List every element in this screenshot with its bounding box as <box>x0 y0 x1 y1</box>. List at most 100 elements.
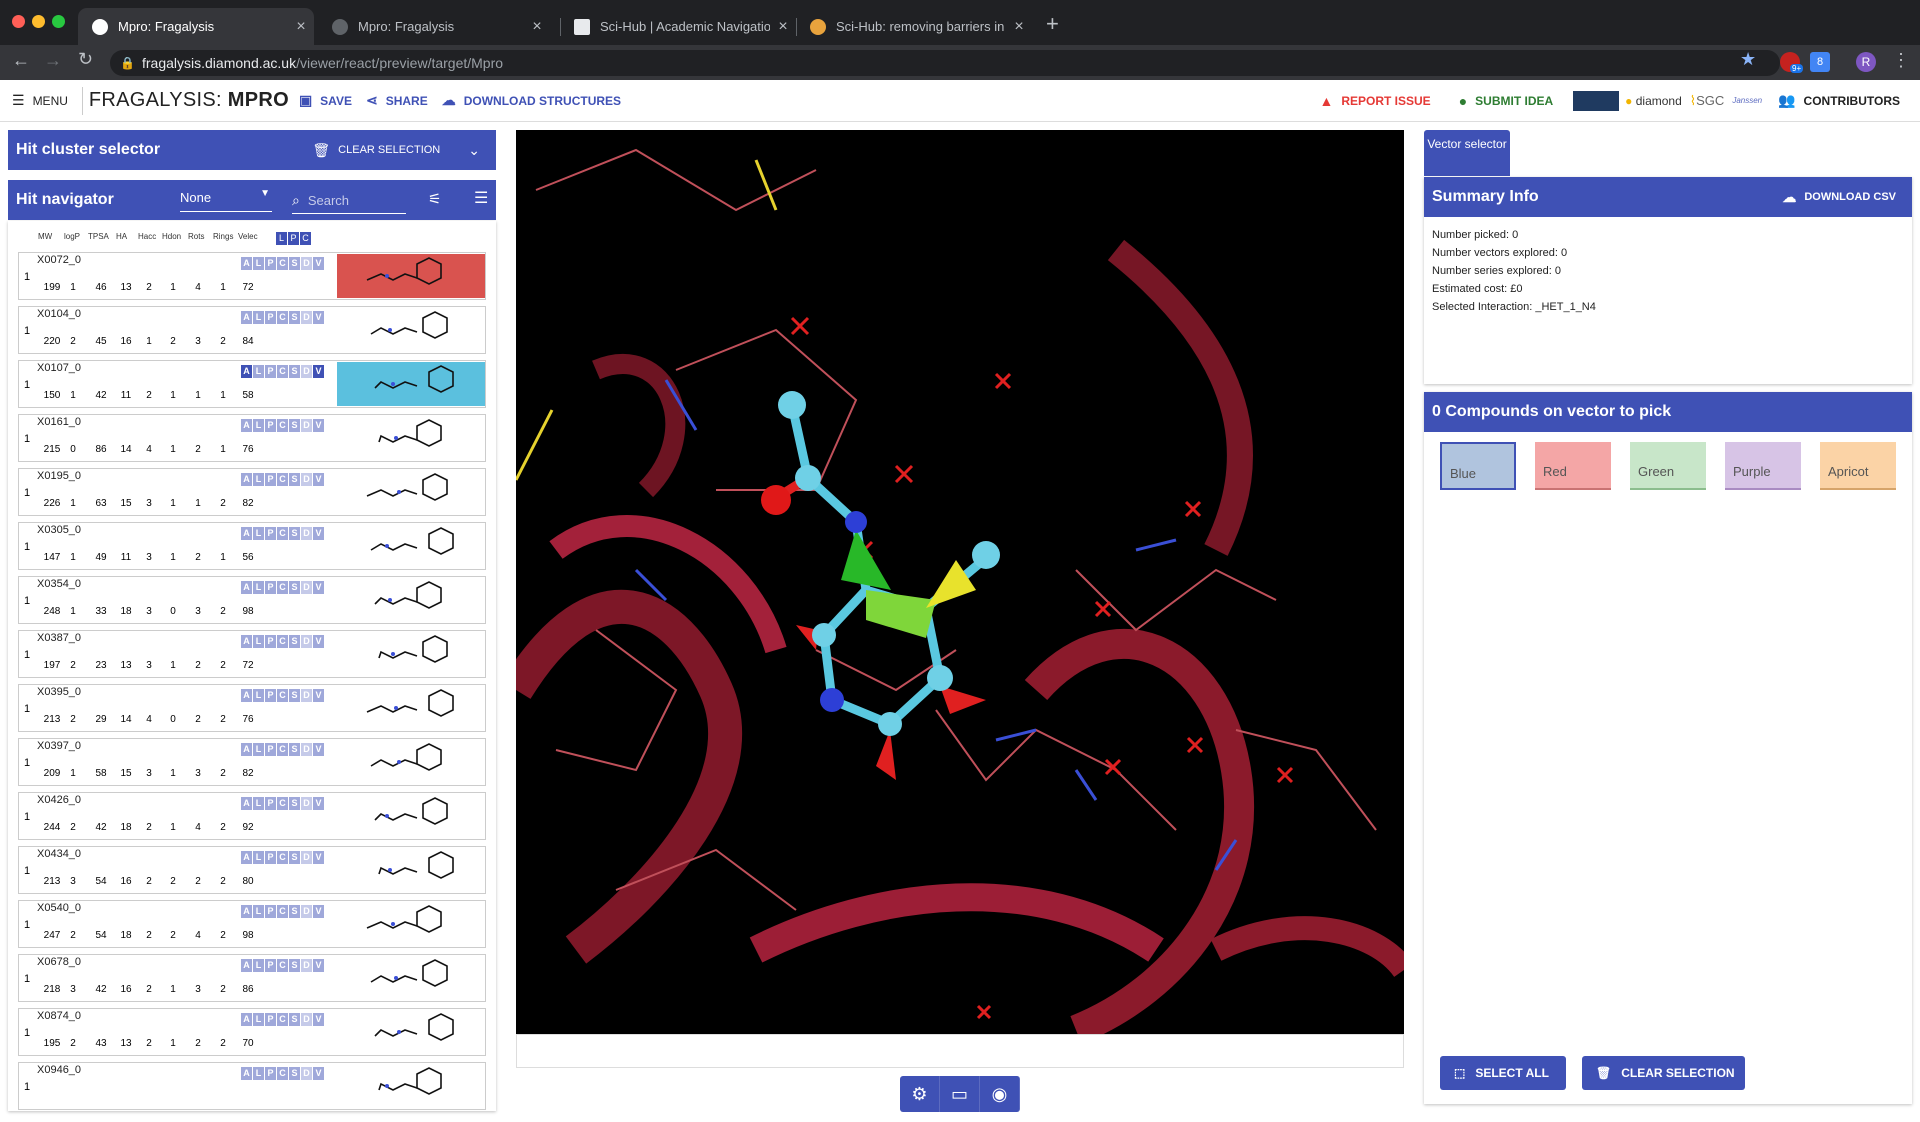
flag-toggle[interactable]: L <box>253 1067 264 1080</box>
molecule-thumbnail[interactable] <box>337 848 485 892</box>
flag-toggle[interactable]: S <box>289 905 300 918</box>
flag-toggle[interactable]: V <box>313 419 324 432</box>
minimize-window-button[interactable] <box>32 15 45 28</box>
flag-toggle[interactable]: V <box>313 365 324 378</box>
flag-toggle[interactable]: D <box>301 419 312 432</box>
flag-toggle[interactable]: L <box>253 959 264 972</box>
hit-filter-select[interactable]: None ▼ <box>180 188 272 212</box>
flag-toggle[interactable]: P <box>265 527 276 540</box>
molecule-thumbnail[interactable] <box>337 308 485 352</box>
flag-toggle[interactable]: P <box>265 689 276 702</box>
flag-toggle[interactable]: L <box>253 365 264 378</box>
flag-toggle[interactable]: C <box>277 1067 288 1080</box>
flag-toggle[interactable]: A <box>241 1013 252 1026</box>
flag-toggle[interactable]: S <box>289 743 300 756</box>
molecule-thumbnail[interactable] <box>337 740 485 784</box>
molecule-thumbnail[interactable] <box>337 416 485 460</box>
flag-toggle[interactable]: P <box>265 311 276 324</box>
flag-toggle[interactable]: V <box>313 1013 324 1026</box>
flag-toggle[interactable]: D <box>301 851 312 864</box>
flag-toggle[interactable]: A <box>241 473 252 486</box>
molecule-thumbnail[interactable] <box>337 254 485 298</box>
flag-toggle[interactable]: L <box>253 1013 264 1026</box>
flag-toggle[interactable]: P <box>265 257 276 270</box>
header-flag-p[interactable]: P <box>288 232 299 245</box>
flag-toggle[interactable]: P <box>265 959 276 972</box>
flag-toggle[interactable]: L <box>253 527 264 540</box>
flag-toggle[interactable]: P <box>265 743 276 756</box>
hit-row[interactable]: 1 X0426_0 244 2 42 18 2 1 4 2 92 A L P C S D V <box>18 792 486 840</box>
flag-toggle[interactable]: S <box>289 851 300 864</box>
flag-toggle[interactable]: S <box>289 1013 300 1026</box>
flag-toggle[interactable]: P <box>265 365 276 378</box>
settings-icon[interactable]: ⚙ <box>900 1076 940 1112</box>
flag-toggle[interactable]: S <box>289 257 300 270</box>
swatch-apricot[interactable]: Apricot <box>1820 442 1896 490</box>
flag-toggle[interactable]: V <box>313 527 324 540</box>
submit-idea-button[interactable]: ● SUBMIT IDEA <box>1459 93 1553 109</box>
flag-toggle[interactable]: C <box>277 959 288 972</box>
hit-row[interactable]: 1 X0874_0 195 2 43 13 2 1 2 2 70 A L P C S D V <box>18 1008 486 1056</box>
hit-row[interactable]: 1 X0104_0 220 2 45 16 1 2 3 2 84 A L P C S D V <box>18 306 486 354</box>
hit-row[interactable]: 1 X0305_0 147 1 49 11 3 1 2 1 56 A L P C S D V <box>18 522 486 570</box>
flag-toggle[interactable]: C <box>277 905 288 918</box>
browser-tab-3[interactable]: Sci-Hub | Academic Navigation × <box>560 8 796 45</box>
flag-toggle[interactable]: V <box>313 581 324 594</box>
more-options-icon[interactable]: ⋮ <box>1892 50 1910 71</box>
flag-toggle[interactable]: S <box>289 797 300 810</box>
flag-toggle[interactable]: S <box>289 365 300 378</box>
browser-tab-2[interactable]: Mpro: Fragalysis × <box>318 8 550 45</box>
flag-toggle[interactable]: D <box>301 797 312 810</box>
flag-toggle[interactable]: P <box>265 905 276 918</box>
search-input[interactable]: ⌕ Search <box>292 188 406 214</box>
clear-selection-button[interactable]: 🗑 CLEAR SELECTION <box>1582 1056 1745 1090</box>
flag-toggle[interactable]: D <box>301 689 312 702</box>
hit-row[interactable]: 1 X0397_0 209 1 58 15 3 1 3 2 82 A L P C S D V <box>18 738 486 786</box>
molecule-thumbnail[interactable] <box>337 524 485 568</box>
forward-arrow-icon[interactable]: → <box>44 50 62 71</box>
flag-toggle[interactable]: S <box>289 311 300 324</box>
flag-toggle[interactable]: A <box>241 743 252 756</box>
flag-toggle[interactable]: L <box>253 311 264 324</box>
flag-toggle[interactable]: D <box>301 527 312 540</box>
flag-toggle[interactable]: P <box>265 581 276 594</box>
flag-toggle[interactable]: C <box>277 1013 288 1026</box>
flag-toggle[interactable]: L <box>253 257 264 270</box>
molecule-thumbnail[interactable] <box>337 794 485 838</box>
flag-toggle[interactable]: A <box>241 689 252 702</box>
hit-row[interactable]: 1 X0107_0 150 1 42 11 2 1 1 1 58 A L P C S D V <box>18 360 486 408</box>
flag-toggle[interactable]: A <box>241 905 252 918</box>
flag-toggle[interactable]: L <box>253 473 264 486</box>
back-arrow-icon[interactable]: ← <box>12 50 30 71</box>
flag-toggle[interactable]: A <box>241 959 252 972</box>
flag-toggle[interactable]: A <box>241 527 252 540</box>
hit-row[interactable]: 1 X0540_0 247 2 54 18 2 2 4 2 98 A L P C S D V <box>18 900 486 948</box>
swatch-blue[interactable]: Blue <box>1440 442 1516 490</box>
flag-toggle[interactable]: V <box>313 689 324 702</box>
flag-toggle[interactable]: V <box>313 851 324 864</box>
molecule-thumbnail[interactable] <box>337 902 485 946</box>
lock-icon[interactable]: 🔒 <box>120 56 135 70</box>
flag-toggle[interactable]: A <box>241 635 252 648</box>
extension-icon[interactable]: 8 <box>1810 52 1830 72</box>
header-flag-c[interactable]: C <box>300 232 311 245</box>
report-issue-button[interactable]: ▲ REPORT ISSUE <box>1319 93 1430 109</box>
flag-toggle[interactable]: V <box>313 473 324 486</box>
hit-row[interactable]: 1 X0946_0 A L P C S D V <box>18 1062 486 1110</box>
molecule-thumbnail[interactable] <box>337 1010 485 1054</box>
menu-button[interactable]: ☰ MENU <box>12 92 68 109</box>
molecule-thumbnail[interactable] <box>337 956 485 1000</box>
flag-toggle[interactable]: C <box>277 473 288 486</box>
flag-toggle[interactable]: C <box>277 635 288 648</box>
molecule-thumbnail[interactable] <box>337 686 485 730</box>
flag-toggle[interactable]: P <box>265 419 276 432</box>
flag-toggle[interactable]: C <box>277 851 288 864</box>
flag-toggle[interactable]: A <box>241 365 252 378</box>
flag-toggle[interactable]: P <box>265 473 276 486</box>
browser-tab-4[interactable]: Sci-Hub: removing barriers in t × <box>796 8 1032 45</box>
flag-toggle[interactable]: L <box>253 851 264 864</box>
swatch-purple[interactable]: Purple <box>1725 442 1801 490</box>
flag-toggle[interactable]: D <box>301 311 312 324</box>
flag-toggle[interactable]: D <box>301 635 312 648</box>
flag-toggle[interactable]: P <box>265 635 276 648</box>
